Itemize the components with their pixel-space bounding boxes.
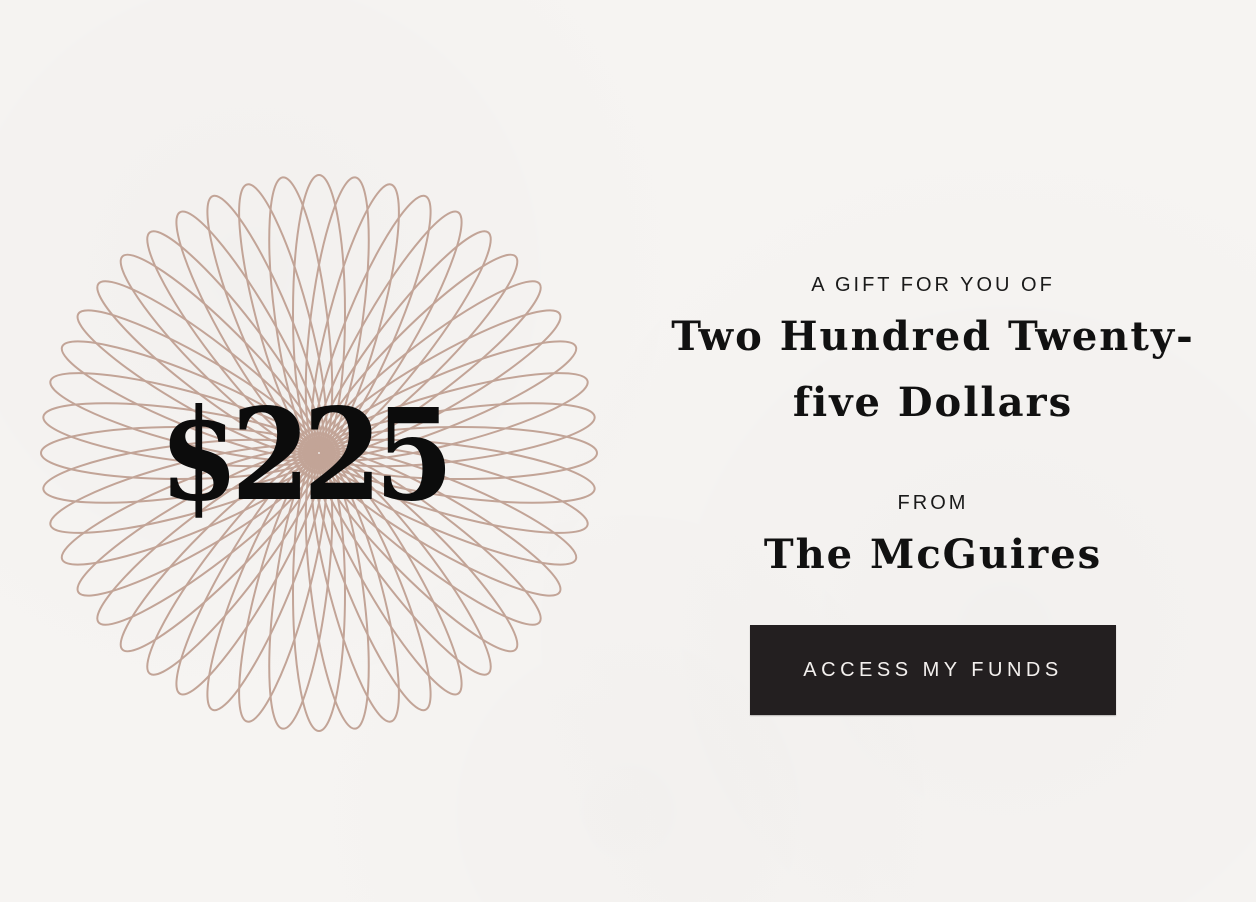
access-funds-button[interactable]: ACCESS MY FUNDS: [750, 625, 1116, 715]
gift-eyebrow: A GIFT FOR YOU OF: [811, 274, 1055, 296]
gift-amount-emblem: $225: [40, 174, 598, 732]
from-label: FROM: [897, 492, 969, 514]
gift-amount-in-words: Two Hundred Twenty-five Dollars: [671, 313, 1195, 426]
sender-name: The McGuires: [763, 531, 1103, 578]
gift-amount: $225: [159, 381, 454, 529]
